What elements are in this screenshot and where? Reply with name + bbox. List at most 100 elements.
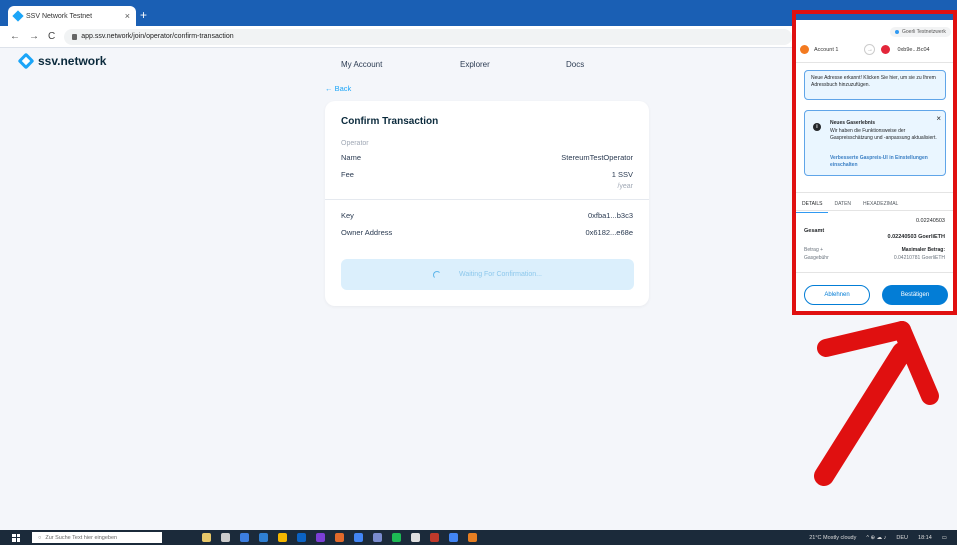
popup-title-bar (796, 14, 953, 20)
nav-docs[interactable]: Docs (566, 60, 584, 69)
weather-status[interactable]: 21°C Mostly cloudy (809, 535, 856, 541)
card-divider (325, 199, 649, 200)
address-input[interactable]: app.ssv.network/join/operator/confirm-tr… (64, 28, 793, 45)
search-icon: ○ (38, 534, 42, 541)
total-row: Gesamt 0.02240503 GoerliETH (804, 228, 945, 240)
waiting-text: Waiting For Confirmation... (459, 271, 542, 278)
account-transfer-row: Account 1 → 0xb9e...Bc04 (800, 44, 950, 55)
annotation-arrow-icon (814, 321, 939, 486)
chrome-icon[interactable] (354, 533, 363, 542)
tab-title: SSV Network Testnet (26, 12, 93, 20)
app-icon[interactable] (202, 533, 211, 542)
app-icon[interactable] (259, 533, 268, 542)
account-avatar-icon (800, 45, 809, 54)
card-title: Confirm Transaction (341, 116, 439, 127)
tab-close-icon[interactable]: × (125, 11, 130, 21)
max-label: Maximaler Betrag: (901, 247, 945, 253)
ssv-logo-text: ssv.network (38, 54, 107, 68)
amount-label-2: Gasgebühr (804, 255, 829, 261)
from-account[interactable]: Account 1 (814, 47, 838, 53)
fee-unit-row: /year (341, 183, 633, 190)
name-label: Name (341, 153, 362, 162)
app-icon[interactable] (430, 533, 439, 542)
folder-icon[interactable] (278, 533, 287, 542)
popup-divider (796, 192, 953, 193)
forward-button[interactable]: → (29, 31, 39, 42)
gas-settings-link[interactable]: Verbesserte Gaspreis-UI in Einstellungen… (830, 155, 940, 169)
reject-button[interactable]: Ablehnen (804, 285, 870, 305)
ssv-favicon-icon (12, 10, 24, 22)
max-value-row: Gasgebühr 0.04210781 GoerliETH (804, 255, 945, 261)
language-indicator[interactable]: DEU (896, 535, 908, 541)
fee-row: Fee 1 SSV (341, 170, 633, 179)
taskbar-apps (202, 533, 477, 542)
metamask-popup: Goerli Testnetzwerk Account 1 → 0xb9e...… (792, 10, 957, 315)
network-selector[interactable]: Goerli Testnetzwerk (890, 27, 951, 37)
total-small-row: 0.02240503 (804, 218, 945, 224)
name-row: Name StereumTestOperator (341, 153, 633, 162)
app-icon[interactable] (297, 533, 306, 542)
arrow-right-icon: → (864, 44, 876, 55)
popup-divider (796, 210, 953, 211)
windows-start-icon[interactable] (12, 533, 20, 542)
lock-icon (72, 33, 78, 40)
new-address-notice[interactable]: Neue Adresse erkannt! Klicken Sie hier, … (804, 70, 946, 100)
app-icon[interactable] (468, 533, 477, 542)
ssv-logo-icon (17, 52, 35, 70)
system-tray: 21°C Mostly cloudy ^ ⊕ ☁ ♪ DEU 18:14 ▭ (809, 535, 947, 541)
owner-value: 0x6182...e68e (585, 228, 633, 237)
key-label: Key (341, 211, 354, 220)
max-value: 0.04210781 GoerliETH (893, 255, 945, 261)
close-icon[interactable]: × (936, 114, 941, 123)
new-tab-button[interactable]: + (140, 8, 147, 22)
app-icon[interactable] (240, 533, 249, 542)
spinner-icon (433, 270, 441, 279)
app-icon[interactable] (335, 533, 344, 542)
gas-body: Wir haben die Funktionsweise der Gasprei… (830, 128, 937, 141)
chrome-icon[interactable] (449, 533, 458, 542)
back-link[interactable]: ← Back (325, 84, 351, 93)
tray-icons[interactable]: ^ ⊕ ☁ ♪ (866, 535, 886, 541)
operator-section-label: Operator (341, 140, 369, 147)
gas-title: Neues Gaserlebnis (830, 120, 876, 126)
recipient-avatar-icon (881, 45, 891, 54)
taskbar: ○ Zur Suche Text hier eingeben 21°C Most… (0, 530, 957, 545)
address-text: app.ssv.network/join/operator/confirm-tr… (81, 33, 234, 40)
app-icon[interactable] (316, 533, 325, 542)
network-dot-icon (895, 30, 899, 34)
back-button[interactable]: ← (10, 31, 20, 42)
info-icon: i (813, 123, 821, 131)
clock[interactable]: 18:14 (918, 535, 932, 541)
amount-label-1: Betrag + (804, 247, 824, 253)
key-value: 0xfba1...b3c3 (587, 211, 633, 220)
confirm-transaction-card: Confirm Transaction Operator Name Stereu… (325, 101, 649, 306)
app-icon[interactable] (221, 533, 230, 542)
total-value: 0.02240503 GoerliETH (887, 234, 945, 240)
total-label: Gesamt (804, 228, 825, 234)
name-value: StereumTestOperator (561, 153, 633, 162)
confirm-button[interactable]: Bestätigen (882, 285, 948, 305)
waiting-confirmation-button: Waiting For Confirmation... (341, 259, 634, 290)
key-row: Key 0xfba1...b3c3 (341, 211, 633, 220)
popup-divider (796, 272, 953, 273)
fee-value: 1 SSV (611, 170, 633, 179)
popup-divider (796, 62, 953, 63)
reload-button[interactable]: C (48, 31, 55, 42)
max-row: Betrag + Maximaler Betrag: (804, 247, 945, 253)
nav-explorer[interactable]: Explorer (460, 60, 490, 69)
fee-unit: /year (617, 183, 633, 190)
fee-label: Fee (341, 170, 354, 179)
nav-my-account[interactable]: My Account (341, 60, 382, 69)
notification-icon[interactable]: ▭ (942, 535, 947, 541)
gas-experience-notice: i Neues Gaserlebnis Wir haben die Funkti… (804, 110, 946, 176)
ssv-logo[interactable]: ssv.network (17, 52, 107, 70)
owner-label: Owner Address (341, 228, 393, 237)
taskbar-search-input[interactable]: ○ Zur Suche Text hier eingeben (32, 532, 162, 543)
browser-tab[interactable]: SSV Network Testnet × (8, 6, 136, 26)
owner-row: Owner Address 0x6182...e68e (341, 228, 633, 237)
app-icon[interactable] (411, 533, 420, 542)
to-address[interactable]: 0xb9e...Bc04 (897, 47, 929, 53)
app-icon[interactable] (373, 533, 382, 542)
total-small: 0.02240503 (915, 218, 945, 224)
spotify-icon[interactable] (392, 533, 401, 542)
